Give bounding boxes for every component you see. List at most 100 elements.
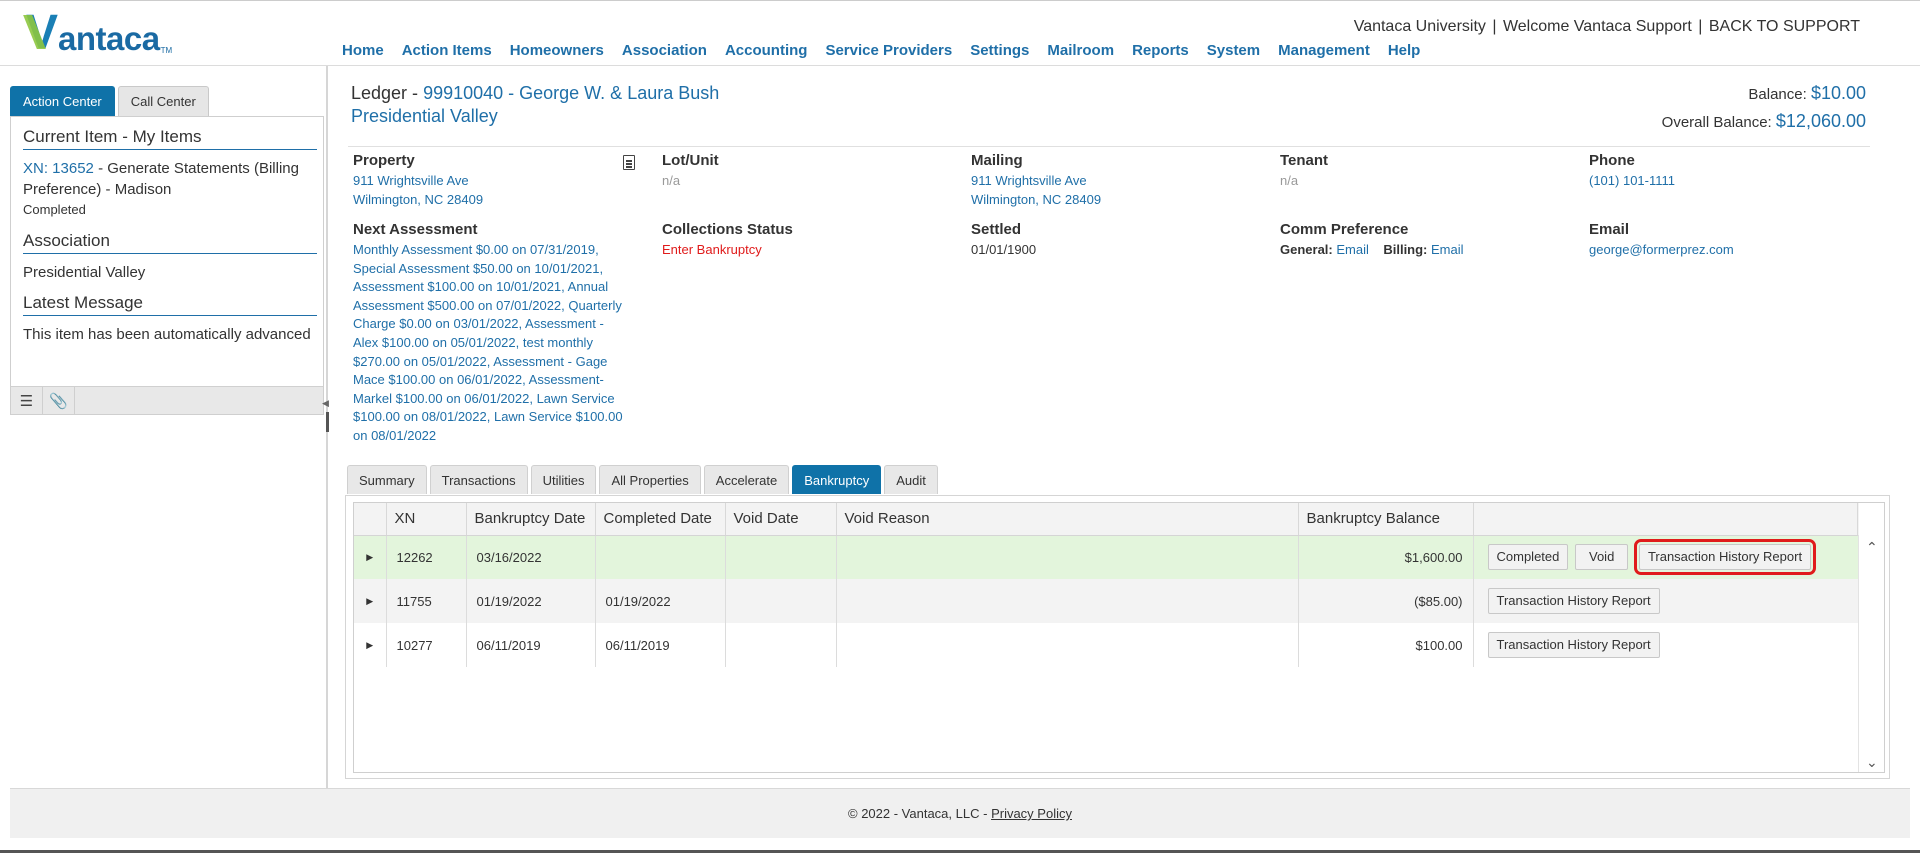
tab-action-center[interactable]: Action Center (10, 86, 115, 116)
next-assessment-block: Next Assessment Monthly Assessment $0.00… (353, 221, 625, 446)
table-row[interactable]: ▶ 11755 01/19/2022 01/19/2022 ($85.00) T… (354, 579, 1859, 623)
table-row[interactable]: ▶ 12262 03/16/2022 $1,600.00 Completed V… (354, 535, 1859, 579)
nav-association[interactable]: Association (622, 42, 707, 59)
mailing-line2[interactable]: Wilmington, NC 28409 (971, 191, 1251, 210)
col-bankruptcy-balance[interactable]: Bankruptcy Balance (1298, 503, 1474, 536)
action-center-panel: Action Center Call Center Current Item -… (10, 86, 324, 415)
privacy-policy-link[interactable]: Privacy Policy (991, 806, 1072, 821)
nav-reports[interactable]: Reports (1132, 42, 1189, 59)
left-panel-tabs: Action Center Call Center (10, 86, 324, 116)
bankruptcy-grid: XN Bankruptcy Date Completed Date Void D… (353, 502, 1885, 773)
cell-completed-date: 01/19/2022 (595, 579, 726, 623)
property-line2[interactable]: Wilmington, NC 28409 (353, 191, 633, 210)
transaction-history-report-button[interactable]: Transaction History Report (1487, 588, 1660, 614)
current-item-text: XN: 13652 - Generate Statements (Billing… (23, 158, 313, 200)
transaction-history-report-button[interactable]: Transaction History Report (1633, 539, 1817, 576)
collapse-arrow-icon[interactable]: ◀ (322, 398, 329, 409)
scroll-down-icon[interactable]: ⌄ (1866, 754, 1878, 771)
nav-help[interactable]: Help (1388, 42, 1421, 59)
top-links: Vantaca University | Welcome Vantaca Sup… (1353, 18, 1860, 35)
main-nav: Home Action Items Homeowners Association… (342, 42, 1438, 59)
void-button[interactable]: Void (1575, 544, 1629, 571)
nav-home[interactable]: Home (342, 42, 384, 59)
nav-action-items[interactable]: Action Items (402, 42, 492, 59)
paperclip-icon[interactable]: 📎 (43, 387, 75, 415)
comm-billing-label: Billing: (1383, 242, 1428, 257)
tab-all-properties[interactable]: All Properties (599, 465, 701, 494)
latest-message-text: This item has been automatically advance… (23, 326, 311, 343)
phone-value[interactable]: (101) 101-1111 (1589, 172, 1869, 191)
next-assessment-value[interactable]: Monthly Assessment $0.00 on 07/31/2019, … (353, 241, 625, 446)
nav-homeowners[interactable]: Homeowners (510, 42, 604, 59)
col-void-date[interactable]: Void Date (725, 503, 837, 536)
expand-row-icon[interactable]: ▶ (354, 535, 387, 579)
settled-label: Settled (971, 221, 1022, 238)
next-assessment-label: Next Assessment (353, 221, 478, 238)
back-to-support-link[interactable]: BACK TO SUPPORT (1709, 18, 1860, 35)
email-value[interactable]: george@formerprez.com (1589, 241, 1869, 260)
expand-row-icon[interactable]: ▶ (354, 623, 387, 667)
vantaca-logo[interactable]: Vantaca TM (26, 6, 173, 59)
table-row[interactable]: ▶ 10277 06/11/2019 06/11/2019 $100.00 Tr… (354, 623, 1859, 667)
cell-bankruptcy-date: 01/19/2022 (466, 579, 596, 623)
university-link[interactable]: Vantaca University (1354, 18, 1486, 35)
col-xn[interactable]: XN (386, 503, 467, 536)
ledger-association-link[interactable]: Presidential Valley (351, 106, 498, 127)
tab-accelerate[interactable]: Accelerate (703, 465, 790, 494)
left-panel-body: Current Item - My Items XN: 13652 - Gene… (10, 116, 324, 415)
mailing-line1[interactable]: 911 Wrightsville Ave (971, 172, 1251, 191)
tab-call-center[interactable]: Call Center (117, 86, 209, 116)
completed-button[interactable]: Completed (1487, 544, 1569, 571)
nav-accounting[interactable]: Accounting (725, 42, 808, 59)
comm-preference-block: Comm Preference General: Email Billing: … (1280, 221, 1560, 260)
current-item-xn-link[interactable]: XN: 13652 (23, 160, 94, 177)
transaction-history-report-button[interactable]: Transaction History Report (1487, 632, 1660, 658)
tab-audit[interactable]: Audit (884, 465, 938, 494)
nav-settings[interactable]: Settings (970, 42, 1029, 59)
collections-value[interactable]: Enter Bankruptcy (662, 241, 942, 260)
ledger-title: Ledger - 99910040 - George W. & Laura Bu… (351, 80, 719, 106)
cell-void-reason (836, 623, 1299, 667)
expand-row-icon[interactable]: ▶ (354, 579, 387, 623)
cell-bankruptcy-date: 06/11/2019 (466, 623, 596, 667)
nav-system[interactable]: System (1207, 42, 1260, 59)
comm-general-value[interactable]: Email (1336, 242, 1369, 257)
property-line1[interactable]: 911 Wrightsville Ave (353, 172, 633, 191)
comm-billing-value[interactable]: Email (1431, 242, 1464, 257)
lot-unit-label: Lot/Unit (662, 152, 719, 169)
association-link[interactable]: Presidential Valley (23, 262, 313, 283)
current-item-heading: Current Item - My Items (23, 127, 317, 150)
balance-label: Balance: (1748, 86, 1807, 103)
tab-bankruptcy[interactable]: Bankruptcy (792, 465, 882, 494)
grid-scrollbar[interactable]: ⌃ ⌄ (1858, 535, 1884, 772)
logo-v: V (26, 6, 59, 59)
splitter-handle[interactable] (326, 412, 329, 432)
lot-unit-value: n/a (662, 173, 681, 188)
balances: Balance: $10.00 Overall Balance: $12,060… (1662, 80, 1866, 136)
col-void-reason[interactable]: Void Reason (836, 503, 1299, 536)
col-bankruptcy-date[interactable]: Bankruptcy Date (466, 503, 596, 536)
nav-management[interactable]: Management (1278, 42, 1370, 59)
cell-void-reason (836, 579, 1299, 623)
cell-bankruptcy-date: 03/16/2022 (466, 535, 596, 579)
document-icon[interactable] (623, 155, 635, 170)
cell-completed-date: 06/11/2019 (595, 623, 726, 667)
property-label: Property (353, 152, 415, 169)
overall-balance-label: Overall Balance: (1661, 114, 1772, 131)
scroll-up-icon[interactable]: ⌃ (1866, 539, 1878, 556)
col-completed-date[interactable]: Completed Date (595, 503, 726, 536)
property-block: Property 911 Wrightsville Ave Wilmington… (353, 152, 633, 209)
list-icon[interactable]: ☰ (11, 387, 43, 415)
tab-transactions[interactable]: Transactions (429, 465, 528, 494)
nav-service-providers[interactable]: Service Providers (825, 42, 952, 59)
comm-preference-value: General: Email Billing: Email (1280, 241, 1560, 260)
nav-mailroom[interactable]: Mailroom (1047, 42, 1114, 59)
mailing-label: Mailing (971, 152, 1023, 169)
overall-balance-amount: $12,060.00 (1775, 111, 1866, 131)
left-panel-toolbar: ☰ 📎 (11, 386, 323, 415)
tab-utilities[interactable]: Utilities (530, 465, 597, 494)
ledger-account-link[interactable]: 99910040 - George W. & Laura Bush (423, 83, 719, 103)
logo-tm: TM (160, 46, 173, 55)
header-divider (1857, 503, 1858, 535)
tab-summary[interactable]: Summary (347, 465, 427, 494)
